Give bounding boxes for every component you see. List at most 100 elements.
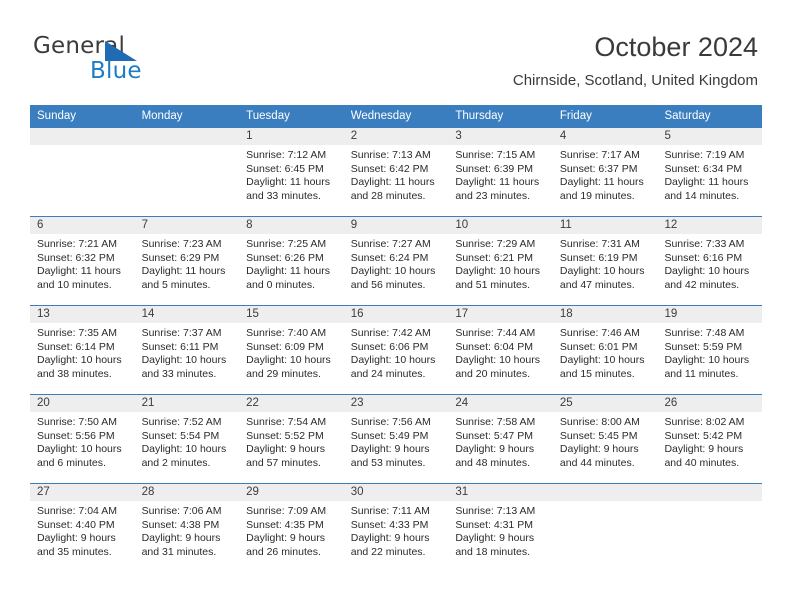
day-number: 26 (657, 395, 763, 412)
day-cell[interactable]: 20 Sunrise: 7:50 AM Sunset: 5:56 PM Dayl… (30, 395, 135, 483)
sunrise-text: Sunrise: 7:37 AM (141, 327, 222, 339)
sunset-text: Sunset: 5:54 PM (141, 429, 220, 442)
daylight-text-line1: Daylight: 11 hours (246, 176, 331, 189)
sunrise-text: Sunrise: 7:17 AM (559, 149, 640, 161)
day-cell[interactable] (134, 128, 240, 216)
sunrise-text: Sunrise: 7:11 AM (350, 505, 430, 517)
day-number: 5 (657, 128, 763, 145)
day-details: Sunrise: 7:12 AM Sunset: 6:45 PM Dayligh… (239, 145, 344, 203)
page-header: General Blue October 2024 Chirnside, Sco… (0, 0, 792, 100)
day-cell[interactable]: 9 Sunrise: 7:27 AM Sunset: 6:24 PM Dayli… (343, 217, 449, 305)
daylight-text-line2: and 33 minutes. (246, 189, 321, 202)
day-cell[interactable]: 19 Sunrise: 7:48 AM Sunset: 5:59 PM Dayl… (657, 306, 763, 394)
day-cell[interactable]: 16 Sunrise: 7:42 AM Sunset: 6:06 PM Dayl… (343, 306, 449, 394)
day-number: 7 (134, 217, 240, 234)
day-number: 18 (552, 306, 658, 323)
day-cell[interactable] (30, 128, 135, 216)
day-cell[interactable]: 1 Sunrise: 7:12 AM Sunset: 6:45 PM Dayli… (239, 128, 344, 216)
sunrise-text: Sunrise: 7:06 AM (141, 505, 222, 517)
day-cell[interactable]: 8 Sunrise: 7:25 AM Sunset: 6:26 PM Dayli… (239, 217, 344, 305)
day-details: Sunrise: 7:29 AM Sunset: 6:21 PM Dayligh… (448, 234, 553, 292)
daylight-text-line1: Daylight: 10 hours (37, 443, 122, 456)
day-number: 21 (134, 395, 240, 412)
day-details: Sunrise: 7:31 AM Sunset: 6:19 PM Dayligh… (553, 234, 658, 292)
day-cell[interactable]: 23 Sunrise: 7:56 AM Sunset: 5:49 PM Dayl… (343, 395, 449, 483)
day-details: Sunrise: 7:23 AM Sunset: 6:29 PM Dayligh… (135, 234, 240, 292)
day-cell[interactable] (657, 484, 763, 572)
day-number: 20 (30, 395, 135, 412)
day-details: Sunrise: 7:44 AM Sunset: 6:04 PM Dayligh… (448, 323, 553, 381)
day-cell[interactable]: 29 Sunrise: 7:09 AM Sunset: 4:35 PM Dayl… (239, 484, 344, 572)
day-number: 22 (239, 395, 344, 412)
sunrise-text: Sunrise: 7:46 AM (559, 327, 640, 339)
day-cell[interactable] (552, 484, 658, 572)
sunrise-text: Sunrise: 7:13 AM (455, 505, 536, 517)
sunrise-text: Sunrise: 8:00 AM (559, 416, 640, 428)
day-cell[interactable]: 11 Sunrise: 7:31 AM Sunset: 6:19 PM Dayl… (552, 217, 658, 305)
day-details: Sunrise: 7:35 AM Sunset: 6:14 PM Dayligh… (30, 323, 135, 381)
daylight-text-line2: and 56 minutes. (350, 278, 426, 291)
day-number: 31 (448, 484, 553, 501)
day-cell[interactable]: 25 Sunrise: 8:00 AM Sunset: 5:45 PM Dayl… (552, 395, 658, 483)
weekday-header-friday: Friday (559, 110, 592, 122)
day-cell[interactable]: 4 Sunrise: 7:17 AM Sunset: 6:37 PM Dayli… (552, 128, 658, 216)
day-cell[interactable]: 3 Sunrise: 7:15 AM Sunset: 6:39 PM Dayli… (448, 128, 553, 216)
sunrise-text: Sunrise: 7:44 AM (455, 327, 536, 339)
day-details: Sunrise: 7:13 AM Sunset: 4:31 PM Dayligh… (448, 501, 553, 559)
day-cell[interactable]: 2 Sunrise: 7:13 AM Sunset: 6:42 PM Dayli… (343, 128, 449, 216)
day-cell[interactable]: 13 Sunrise: 7:35 AM Sunset: 6:14 PM Dayl… (30, 306, 135, 394)
day-cell[interactable]: 12 Sunrise: 7:33 AM Sunset: 6:16 PM Dayl… (657, 217, 763, 305)
day-cell[interactable]: 30 Sunrise: 7:11 AM Sunset: 4:33 PM Dayl… (343, 484, 449, 572)
daylight-text-line2: and 18 minutes. (455, 545, 531, 558)
sunset-text: Sunset: 6:06 PM (350, 340, 429, 353)
sunrise-text: Sunrise: 7:56 AM (350, 416, 431, 428)
day-cell[interactable]: 27 Sunrise: 7:04 AM Sunset: 4:40 PM Dayl… (30, 484, 135, 572)
sunrise-text: Sunrise: 7:35 AM (37, 327, 117, 339)
day-cell[interactable]: 26 Sunrise: 8:02 AM Sunset: 5:42 PM Dayl… (657, 395, 763, 483)
day-cell[interactable]: 7 Sunrise: 7:23 AM Sunset: 6:29 PM Dayli… (134, 217, 240, 305)
sunset-text: Sunset: 5:56 PM (37, 429, 115, 442)
day-cell[interactable]: 5 Sunrise: 7:19 AM Sunset: 6:34 PM Dayli… (657, 128, 763, 216)
sunrise-text: Sunrise: 7:54 AM (246, 416, 327, 428)
daylight-text-line2: and 26 minutes. (246, 545, 321, 558)
day-number (552, 484, 658, 501)
sunset-text: Sunset: 6:24 PM (350, 251, 429, 264)
day-cell[interactable]: 28 Sunrise: 7:06 AM Sunset: 4:38 PM Dayl… (134, 484, 240, 572)
week-row: 6 Sunrise: 7:21 AM Sunset: 6:32 PM Dayli… (30, 216, 763, 305)
day-cell[interactable]: 17 Sunrise: 7:44 AM Sunset: 6:04 PM Dayl… (448, 306, 553, 394)
sunrise-text: Sunrise: 7:13 AM (350, 149, 431, 161)
daylight-text-line2: and 57 minutes. (246, 456, 321, 469)
day-cell[interactable]: 22 Sunrise: 7:54 AM Sunset: 5:52 PM Dayl… (239, 395, 344, 483)
weekday-header-saturday: Saturday (664, 110, 711, 122)
day-number: 13 (30, 306, 135, 323)
day-cell[interactable]: 21 Sunrise: 7:52 AM Sunset: 5:54 PM Dayl… (134, 395, 240, 483)
sunset-text: Sunset: 6:45 PM (246, 162, 324, 175)
day-number: 1 (239, 128, 344, 145)
sunrise-text: Sunrise: 8:02 AM (664, 416, 745, 428)
day-details: Sunrise: 7:50 AM Sunset: 5:56 PM Dayligh… (30, 412, 135, 470)
day-details: Sunrise: 7:15 AM Sunset: 6:39 PM Dayligh… (448, 145, 553, 203)
daylight-text-line2: and 5 minutes. (141, 278, 211, 291)
sunrise-text: Sunrise: 7:50 AM (37, 416, 117, 428)
daylight-text-line1: Daylight: 10 hours (350, 354, 436, 367)
logo-text-blue: Blue (90, 58, 142, 84)
daylight-text-line1: Daylight: 9 hours (246, 532, 325, 545)
day-cell[interactable]: 10 Sunrise: 7:29 AM Sunset: 6:21 PM Dayl… (448, 217, 553, 305)
day-cell[interactable]: 24 Sunrise: 7:58 AM Sunset: 5:47 PM Dayl… (448, 395, 553, 483)
day-cell[interactable]: 6 Sunrise: 7:21 AM Sunset: 6:32 PM Dayli… (30, 217, 135, 305)
day-cell[interactable]: 18 Sunrise: 7:46 AM Sunset: 6:01 PM Dayl… (552, 306, 658, 394)
sunrise-text: Sunrise: 7:15 AM (455, 149, 536, 161)
sunrise-text: Sunrise: 7:12 AM (246, 149, 327, 161)
daylight-text-line2: and 2 minutes. (141, 456, 211, 469)
sunrise-text: Sunrise: 7:25 AM (246, 238, 327, 250)
daylight-text-line1: Daylight: 10 hours (664, 354, 750, 367)
calendar-page: General Blue October 2024 Chirnside, Sco… (0, 0, 792, 612)
weekday-header-thursday: Thursday (455, 110, 504, 122)
daylight-text-line2: and 38 minutes. (37, 367, 112, 380)
day-cell[interactable]: 15 Sunrise: 7:40 AM Sunset: 6:09 PM Dayl… (239, 306, 344, 394)
day-details (30, 145, 135, 149)
sunset-text: Sunset: 6:34 PM (664, 162, 743, 175)
day-cell[interactable]: 14 Sunrise: 7:37 AM Sunset: 6:11 PM Dayl… (134, 306, 240, 394)
day-cell[interactable]: 31 Sunrise: 7:13 AM Sunset: 4:31 PM Dayl… (448, 484, 553, 572)
generalblue-logo[interactable]: General Blue (33, 33, 213, 89)
